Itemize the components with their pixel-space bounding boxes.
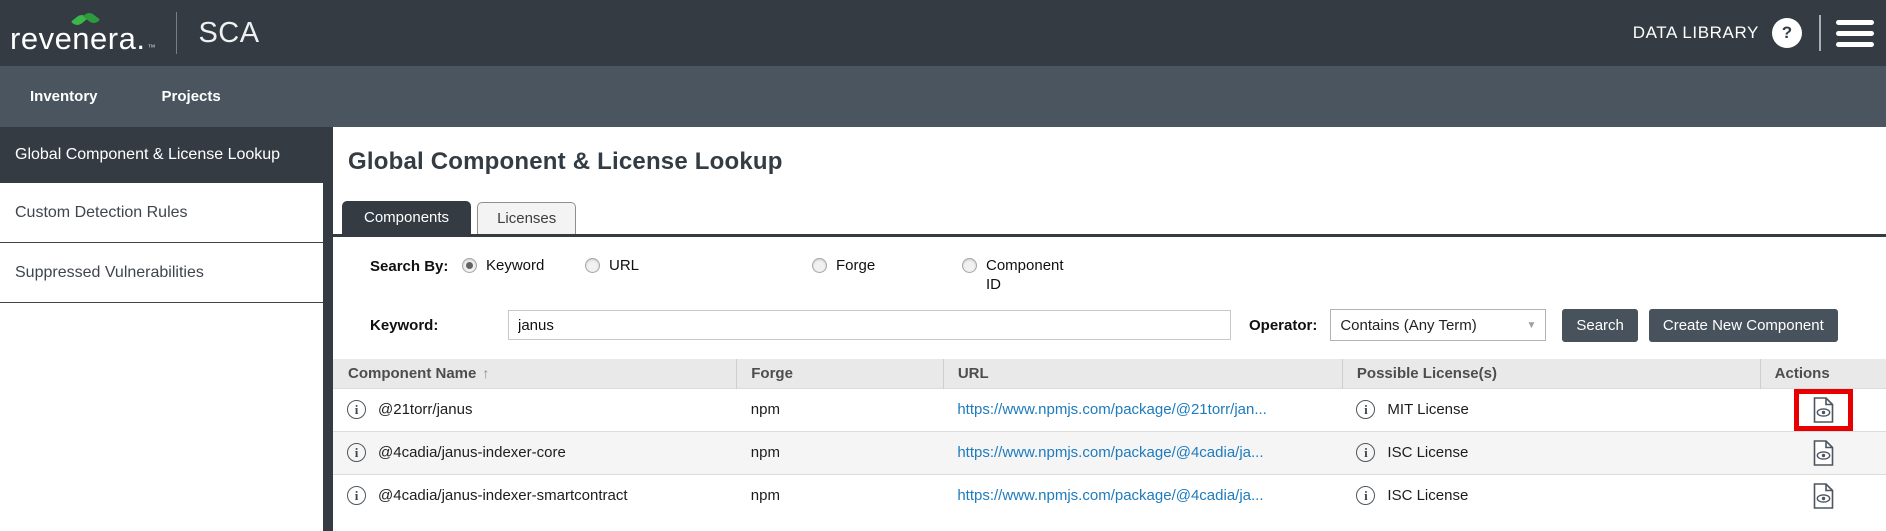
highlight-box	[1794, 389, 1853, 431]
license-name: ISC License	[1387, 444, 1468, 461]
table-header-row: Component Name↑ Forge URL Possible Licen…	[333, 359, 1886, 389]
search-by-label: Search By:	[370, 257, 462, 275]
column-header-forge[interactable]: Forge	[737, 359, 944, 389]
forge-value: npm	[737, 431, 944, 474]
keyword-label: Keyword:	[370, 316, 508, 334]
trademark-symbol: ™	[147, 43, 155, 52]
component-url-link[interactable]: https://www.npmjs.com/package/@4cadia/ja…	[957, 444, 1263, 461]
component-url-link[interactable]: https://www.npmjs.com/package/@21torr/ja…	[957, 401, 1267, 418]
nav-item-inventory[interactable]: Inventory	[30, 88, 98, 105]
column-header-possible-licenses[interactable]: Possible License(s)	[1342, 359, 1760, 389]
results-table: Component Name↑ Forge URL Possible Licen…	[333, 359, 1886, 518]
forge-value: npm	[737, 388, 944, 431]
sidebar-item-label: Global Component & License Lookup	[15, 146, 280, 164]
create-new-component-button[interactable]: Create New Component	[1649, 309, 1838, 342]
main-content: Global Component & License Lookup Compon…	[333, 127, 1886, 531]
operator-select[interactable]: Contains (Any Term) ▼	[1330, 309, 1546, 341]
sidebar-content-divider	[323, 127, 333, 531]
info-icon[interactable]: i	[347, 443, 366, 462]
table-row: i @4cadia/janus-indexer-core npm https://…	[333, 431, 1886, 474]
tab-bar: Components Licenses	[333, 201, 1886, 237]
radio-keyword[interactable]: Keyword	[462, 257, 585, 276]
product-name: SCA	[198, 17, 259, 50]
logo-divider	[176, 12, 177, 54]
info-icon[interactable]: i	[347, 486, 366, 505]
column-header-url[interactable]: URL	[943, 359, 1342, 389]
view-details-icon[interactable]	[1813, 397, 1834, 423]
header-divider	[1819, 15, 1821, 51]
sidebar-item-label: Custom Detection Rules	[15, 204, 188, 222]
column-header-component-name[interactable]: Component Name↑	[333, 359, 737, 389]
page-title: Global Component & License Lookup	[348, 148, 1886, 176]
table-row: i @21torr/janus npm https://www.npmjs.com…	[333, 388, 1886, 431]
radio-button-icon	[462, 258, 477, 273]
chevron-down-icon: ▼	[1526, 320, 1536, 331]
operator-label: Operator:	[1249, 317, 1317, 334]
info-icon[interactable]: i	[1356, 486, 1375, 505]
component-name: @21torr/janus	[378, 401, 472, 418]
component-name: @4cadia/janus-indexer-smartcontract	[378, 487, 628, 504]
radio-button-icon	[812, 258, 827, 273]
info-icon[interactable]: i	[1356, 443, 1375, 462]
sidebar: Global Component & License Lookup Custom…	[0, 127, 323, 531]
app-header: revenera. ™ SCA DATA LIBRARY ?	[0, 0, 1886, 66]
info-icon[interactable]: i	[347, 400, 366, 419]
nav-item-projects[interactable]: Projects	[162, 88, 221, 105]
radio-url[interactable]: URL	[585, 257, 812, 276]
license-name: ISC License	[1387, 487, 1468, 504]
sidebar-item-global-component-license-lookup[interactable]: Global Component & License Lookup	[0, 127, 323, 183]
body: Global Component & License Lookup Custom…	[0, 127, 1886, 531]
search-button[interactable]: Search	[1562, 309, 1638, 342]
operator-selected-value: Contains (Any Term)	[1340, 317, 1476, 334]
search-by-row: Search By: Keyword URL Forge	[370, 257, 1886, 295]
sidebar-item-label: Suppressed Vulnerabilities	[15, 264, 204, 282]
view-details-icon[interactable]	[1813, 440, 1834, 466]
main-nav: Inventory Projects	[0, 66, 1886, 127]
help-icon[interactable]: ?	[1772, 18, 1802, 48]
tab-licenses[interactable]: Licenses	[477, 202, 576, 234]
forge-value: npm	[737, 474, 944, 517]
hamburger-menu-icon[interactable]	[1836, 20, 1876, 47]
tab-components[interactable]: Components	[342, 201, 471, 234]
revenera-logo[interactable]: revenera. ™	[10, 13, 155, 54]
radio-button-icon	[585, 258, 600, 273]
view-details-icon[interactable]	[1813, 483, 1834, 509]
table-row: i @4cadia/janus-indexer-smartcontract npm…	[333, 474, 1886, 517]
sidebar-item-custom-detection-rules[interactable]: Custom Detection Rules	[0, 183, 323, 243]
header-actions: DATA LIBRARY ?	[1633, 15, 1876, 51]
sidebar-item-suppressed-vulnerabilities[interactable]: Suppressed Vulnerabilities	[0, 243, 323, 303]
sort-ascending-icon: ↑	[482, 365, 489, 381]
info-icon[interactable]: i	[1356, 400, 1375, 419]
license-name: MIT License	[1387, 401, 1468, 418]
search-form: Search By: Keyword URL Forge	[333, 237, 1886, 342]
column-header-actions: Actions	[1760, 359, 1886, 389]
component-url-link[interactable]: https://www.npmjs.com/package/@4cadia/ja…	[957, 487, 1263, 504]
app-window: revenera. ™ SCA DATA LIBRARY ? Inventory…	[0, 0, 1886, 531]
keyword-input[interactable]	[508, 310, 1231, 340]
data-library-link[interactable]: DATA LIBRARY	[1633, 23, 1759, 43]
radio-forge[interactable]: Forge	[812, 257, 962, 276]
component-name: @4cadia/janus-indexer-core	[378, 444, 566, 461]
radio-button-icon	[962, 258, 977, 273]
radio-component-id[interactable]: Component ID	[962, 257, 1102, 295]
keyword-row: Keyword: Operator: Contains (Any Term) ▼…	[370, 309, 1886, 342]
